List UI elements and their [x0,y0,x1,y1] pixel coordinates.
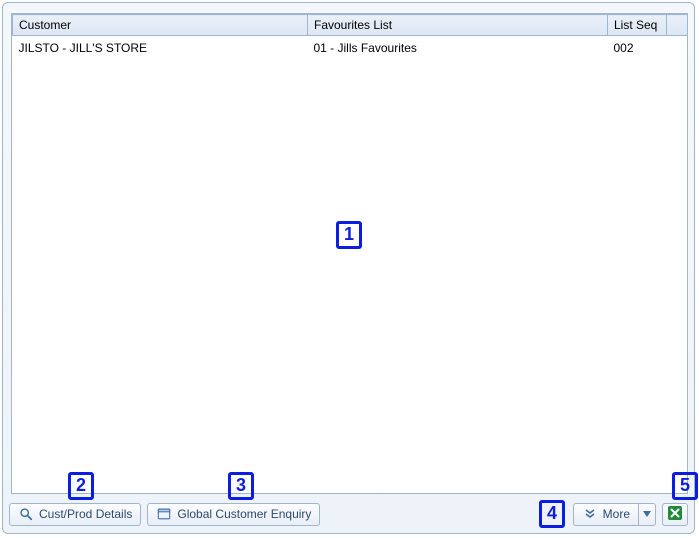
results-table-container: Customer Favourites List List Seq JILSTO… [11,13,688,494]
annotation-4: 4 [539,500,565,528]
global-customer-enquiry-button[interactable]: Global Customer Enquiry [147,503,320,526]
table-row[interactable]: JILSTO - JILL'S STORE 01 - Jills Favouri… [13,36,688,61]
cust-prod-details-button[interactable]: Cust/Prod Details [9,503,141,526]
column-header-gutter [667,15,688,36]
annotation-2: 2 [68,472,94,500]
panel-frame: Customer Favourites List List Seq JILSTO… [2,2,695,534]
annotation-1: 1 [336,221,362,249]
annotation-5: 5 [672,472,698,500]
cell-customer: JILSTO - JILL'S STORE [13,36,308,61]
magnifier-icon [18,506,34,522]
export-excel-button[interactable] [662,503,688,526]
cell-favourites: 01 - Jills Favourites [308,36,608,61]
annotation-3: 3 [228,472,254,500]
cust-prod-details-label: Cust/Prod Details [39,507,132,521]
bottom-toolbar: Cust/Prod Details Global Customer Enquir… [9,501,688,527]
column-header-customer[interactable]: Customer [13,15,308,36]
caret-down-icon [643,507,651,521]
double-chevron-down-icon [582,506,598,522]
more-button-group: More [573,503,656,526]
cell-gutter [667,36,688,61]
more-button[interactable]: More [573,503,639,526]
more-dropdown-button[interactable] [639,503,656,526]
column-header-listseq[interactable]: List Seq [608,15,667,36]
cell-listseq: 002 [608,36,667,61]
excel-icon [667,505,683,524]
window-icon [156,506,172,522]
results-table: Customer Favourites List List Seq JILSTO… [12,14,688,60]
table-header-row: Customer Favourites List List Seq [13,15,688,36]
column-header-favourites[interactable]: Favourites List [308,15,608,36]
global-customer-enquiry-label: Global Customer Enquiry [177,507,311,521]
more-label: More [603,507,630,521]
